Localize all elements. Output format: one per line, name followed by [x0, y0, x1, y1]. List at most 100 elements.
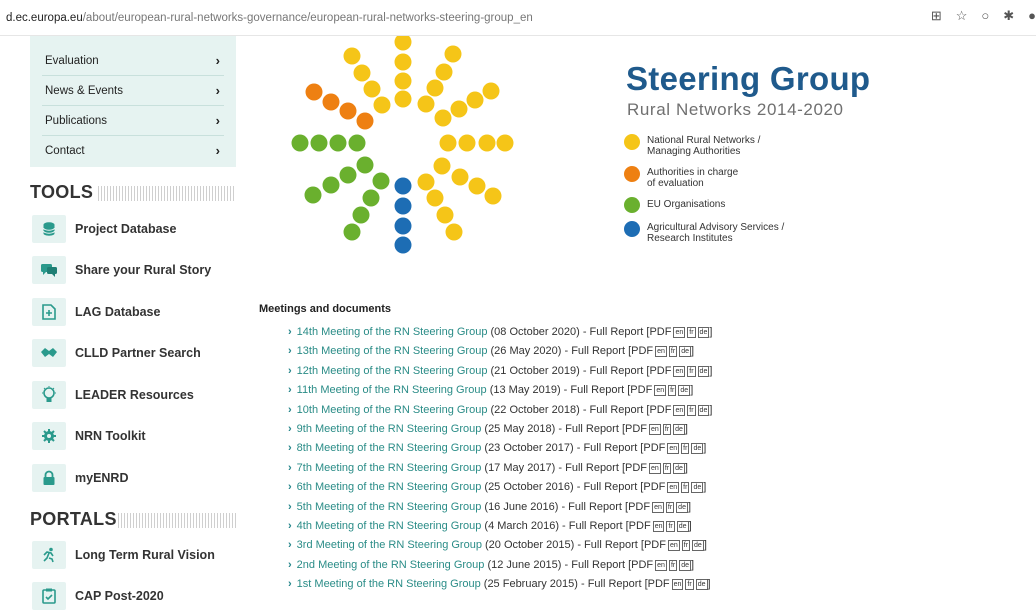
pdf-fr-link[interactable]: fr: [687, 365, 696, 377]
url-path: /about/european-rural-networks-governanc…: [82, 12, 533, 24]
pdf-fr-link[interactable]: fr: [665, 501, 675, 513]
meeting-link[interactable]: 12th Meeting of the RN Steering Group: [297, 365, 488, 377]
pdf-fr-link[interactable]: fr: [662, 424, 672, 435]
pdf-fr-link[interactable]: fr: [681, 443, 690, 455]
chevron-right-icon: ›: [288, 461, 292, 474]
pdf-fr-link[interactable]: fr: [666, 521, 675, 532]
pdf-fr-link[interactable]: fr: [687, 404, 696, 416]
pdf-en-link[interactable]: en: [654, 385, 667, 397]
url-text[interactable]: d.ec.europa.eu/about/european-rural-netw…: [6, 12, 533, 24]
meeting-link[interactable]: 1st Meeting of the RN Steering Group: [297, 578, 481, 590]
portal-cap-post-2020[interactable]: CAP Post-2020: [30, 580, 236, 612]
pdf-de-link[interactable]: de: [691, 443, 704, 455]
pdf-de-link[interactable]: de: [692, 540, 704, 552]
document-icon: [32, 298, 66, 326]
chevron-right-icon: ›: [288, 364, 292, 377]
pdf-de-link[interactable]: de: [679, 346, 691, 358]
address-bar[interactable]: d.ec.europa.eu/about/european-rural-netw…: [0, 0, 1036, 36]
meeting-row: › 14th Meeting of the RN Steering Group (…: [288, 326, 712, 340]
pdf-de-link[interactable]: de: [676, 501, 688, 513]
pdf-fr-link[interactable]: fr: [687, 327, 696, 338]
pdf-en-link[interactable]: en: [652, 501, 664, 513]
tool-share-rural-story[interactable]: Share your Rural Story: [30, 254, 236, 286]
pdf-fr-link[interactable]: fr: [681, 482, 690, 494]
meeting-row: › 6th Meeting of the RN Steering Group (2…: [288, 481, 706, 495]
extensions-icon[interactable]: ✱: [1003, 8, 1014, 24]
pdf-de-link[interactable]: de: [673, 462, 685, 474]
tool-myenrd[interactable]: myENRD: [30, 462, 236, 494]
meeting-link[interactable]: 9th Meeting of the RN Steering Group: [297, 423, 482, 435]
pdf-fr-link[interactable]: fr: [685, 579, 694, 591]
portal-long-term-rural-vision[interactable]: Long Term Rural Vision: [30, 539, 236, 571]
meeting-link[interactable]: 4th Meeting of the RN Steering Group: [297, 520, 482, 532]
meeting-link[interactable]: 8th Meeting of the RN Steering Group: [297, 442, 482, 454]
menu-item-news-events[interactable]: News & Events ›: [42, 76, 224, 106]
meeting-link[interactable]: 3rd Meeting of the RN Steering Group: [297, 539, 482, 551]
pdf-de-link[interactable]: de: [678, 385, 691, 397]
tool-leader-resources[interactable]: LEADER Resources: [30, 379, 236, 411]
tool-clld-partner-search[interactable]: CLLD Partner Search: [30, 337, 236, 369]
meeting-link[interactable]: 6th Meeting of the RN Steering Group: [297, 481, 482, 493]
meeting-row: › 5th Meeting of the RN Steering Group (1…: [288, 501, 691, 515]
sidebar-menu: Evaluation › News & Events › Publications ›…: [30, 36, 236, 167]
chevron-right-icon: ›: [288, 558, 292, 571]
pdf-en-link[interactable]: en: [667, 443, 680, 455]
pdf-en-link[interactable]: en: [649, 462, 661, 474]
meeting-link[interactable]: 14th Meeting of the RN Steering Group: [297, 326, 488, 338]
meeting-link[interactable]: 13th Meeting of the RN Steering Group: [297, 345, 488, 357]
tool-nrn-toolkit[interactable]: NRN Toolkit: [30, 420, 236, 452]
pdf-en-link[interactable]: en: [655, 346, 667, 358]
pdf-en-link[interactable]: en: [649, 424, 661, 435]
chevron-right-icon: ›: [215, 53, 220, 68]
chevron-right-icon: ›: [288, 403, 292, 416]
pdf-de-link[interactable]: de: [676, 521, 689, 532]
pdf-en-link[interactable]: en: [655, 559, 667, 571]
meeting-details: (25 February 2015) - Full Report [PDF: [480, 578, 670, 591]
pdf-en-link[interactable]: en: [652, 521, 665, 532]
pdf-en-link[interactable]: en: [673, 365, 686, 377]
pdf-en-link[interactable]: en: [667, 540, 680, 552]
bracket: ]: [687, 500, 692, 513]
chevron-right-icon: ›: [288, 442, 292, 455]
meeting-row: › 9th Meeting of the RN Steering Group (2…: [288, 423, 688, 437]
tool-project-database[interactable]: Project Database: [30, 213, 236, 245]
pdf-fr-link[interactable]: fr: [668, 559, 678, 571]
pdf-de-link[interactable]: de: [679, 559, 692, 571]
pdf-en-link[interactable]: en: [671, 579, 684, 591]
meeting-link[interactable]: 11th Meeting of the RN Steering Group: [297, 384, 487, 396]
bracket: ]: [691, 345, 695, 358]
translate-icon[interactable]: ⊞: [931, 8, 942, 24]
menu-item-publications[interactable]: Publications ›: [42, 106, 224, 136]
profile-icon[interactable]: ●: [1028, 8, 1036, 24]
pdf-en-link[interactable]: en: [667, 482, 680, 494]
pdf-en-link[interactable]: en: [673, 327, 686, 338]
menu-item-contact[interactable]: Contact ›: [42, 136, 224, 166]
menu-item-evaluation[interactable]: Evaluation ›: [42, 46, 224, 76]
pdf-fr-link[interactable]: fr: [681, 540, 691, 552]
meeting-details: (16 June 2016) - Full Report [PDF: [481, 500, 651, 513]
bracket: ]: [684, 423, 688, 435]
bracket: ]: [703, 481, 707, 494]
meeting-link[interactable]: 7th Meeting of the RN Steering Group: [297, 462, 482, 474]
tool-lag-database[interactable]: LAG Database: [30, 296, 236, 328]
meeting-link[interactable]: 10th Meeting of the RN Steering Group: [297, 404, 488, 416]
url-domain: d.ec.europa.eu: [6, 12, 83, 24]
heading-rule: [118, 513, 236, 528]
pdf-fr-link[interactable]: fr: [668, 346, 678, 358]
star-icon[interactable]: ☆: [956, 8, 968, 24]
meeting-details: (17 May 2017) - Full Report [PDF: [481, 461, 648, 474]
pdf-de-link[interactable]: de: [695, 579, 708, 591]
pdf-de-link[interactable]: de: [697, 365, 710, 377]
meeting-row: › 10th Meeting of the RN Steering Group (…: [288, 404, 712, 418]
pdf-de-link[interactable]: de: [697, 404, 710, 416]
pdf-de-link[interactable]: de: [691, 482, 704, 494]
circle-icon[interactable]: ○: [981, 8, 989, 24]
pdf-en-link[interactable]: en: [673, 404, 686, 416]
pdf-de-link[interactable]: de: [673, 424, 685, 435]
meeting-link[interactable]: 5th Meeting of the RN Steering Group: [297, 501, 482, 513]
pdf-fr-link[interactable]: fr: [662, 462, 672, 474]
tools-heading: TOOLS: [30, 182, 236, 206]
pdf-fr-link[interactable]: fr: [668, 385, 677, 397]
meeting-link[interactable]: 2nd Meeting of the RN Steering Group: [297, 559, 485, 571]
pdf-de-link[interactable]: de: [697, 327, 710, 338]
